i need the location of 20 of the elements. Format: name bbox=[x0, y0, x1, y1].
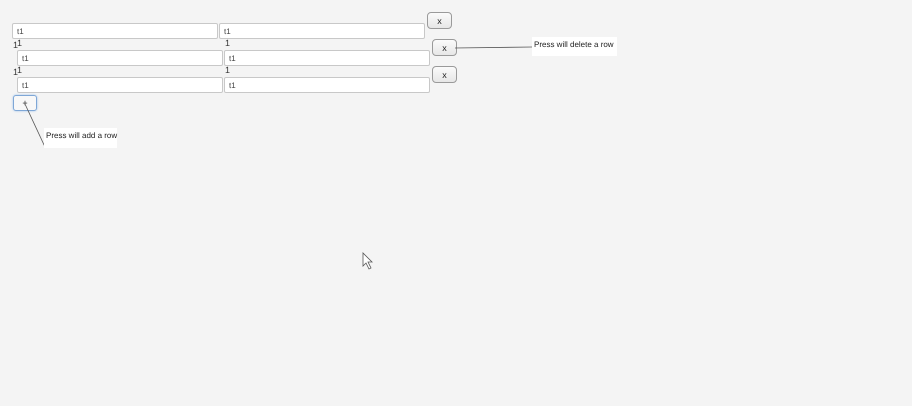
text-field[interactable]: t1 bbox=[12, 23, 218, 39]
text-field[interactable]: t1 bbox=[219, 23, 425, 39]
delete-row-button[interactable]: x bbox=[432, 66, 457, 83]
text-field[interactable]: t1 bbox=[224, 50, 430, 66]
text-field[interactable]: t1 bbox=[224, 77, 430, 93]
row-label: 1 bbox=[17, 39, 22, 48]
leader-line bbox=[24, 104, 46, 148]
delete-row-button[interactable]: x bbox=[427, 12, 452, 29]
row-label: 1 bbox=[225, 66, 230, 75]
add-row-button[interactable]: + bbox=[13, 95, 37, 111]
row-label: 1 bbox=[13, 68, 18, 77]
row-label: 1 bbox=[13, 41, 18, 50]
row-label: 1 bbox=[17, 66, 22, 75]
mouse-cursor-icon bbox=[362, 252, 373, 270]
delete-row-button[interactable]: x bbox=[432, 39, 457, 56]
text-field[interactable]: t1 bbox=[17, 77, 223, 93]
callout-note: Press will delete a row bbox=[532, 37, 617, 56]
row-label: 1 bbox=[225, 39, 230, 48]
callout-note: Press will add a row bbox=[44, 128, 117, 148]
text-field[interactable]: t1 bbox=[17, 50, 223, 66]
